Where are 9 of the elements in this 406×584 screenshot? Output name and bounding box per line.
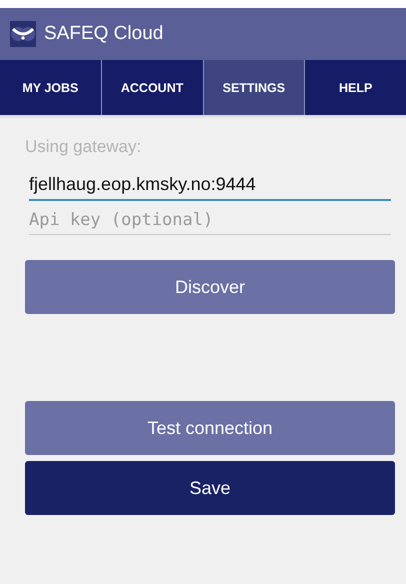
test-connection-button[interactable]: Test connection (25, 401, 395, 455)
logo-icon (10, 21, 36, 47)
tab[interactable]: SETTINGS (202, 60, 304, 115)
save-button[interactable]: Save (25, 461, 395, 515)
gateway-label: Using gateway: (25, 137, 142, 157)
discover-button[interactable]: Discover (25, 260, 395, 314)
api-key-field[interactable]: Api key (optional) (29, 207, 391, 235)
app-title: SAFEQ Cloud (44, 23, 164, 45)
gateway-field[interactable]: fjellhaug.eop.kmsky.no:9444 (29, 171, 391, 201)
